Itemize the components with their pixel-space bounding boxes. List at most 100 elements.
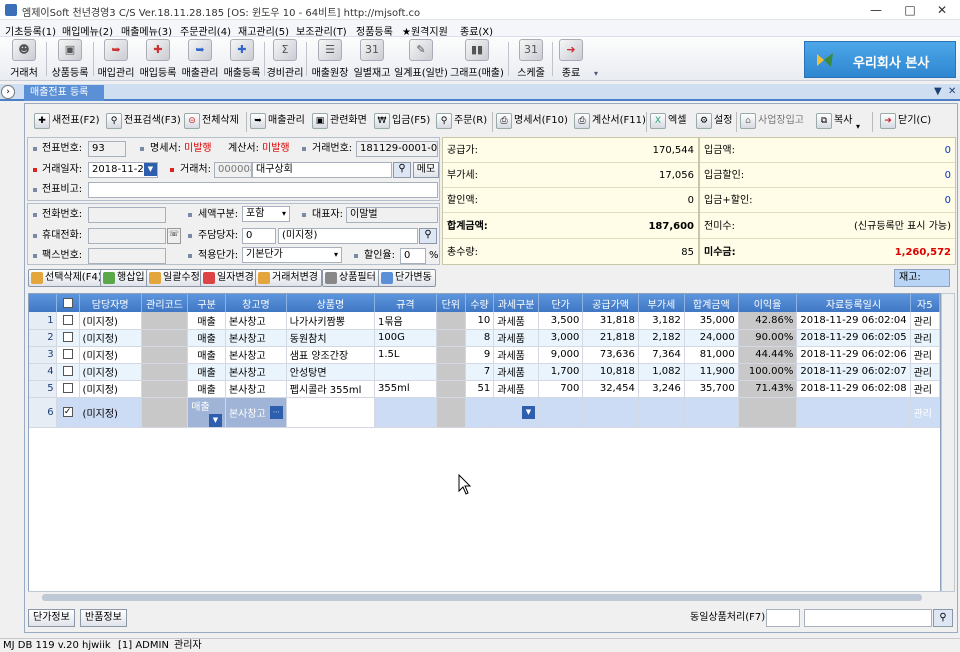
cell-code[interactable] <box>141 329 189 347</box>
bulk-edit-button[interactable]: 일괄수정 <box>146 269 204 287</box>
cell-extra[interactable]: 관리 <box>910 380 940 398</box>
cell-unit[interactable] <box>436 312 466 330</box>
cell-manager[interactable]: (미지정) <box>79 312 142 330</box>
new-slip-button[interactable]: ✚ 새전표(F2) <box>34 111 100 131</box>
cell-spec[interactable]: 355ml <box>374 380 437 398</box>
cell-type[interactable]: 매출 ▼ <box>187 397 226 428</box>
cell-unit[interactable] <box>436 329 466 347</box>
tax-type-select[interactable]: 포함 ▾ <box>242 206 290 222</box>
cell-manager[interactable]: (미지정) <box>79 329 142 347</box>
close-button[interactable]: ➜ 닫기(C) <box>880 111 931 131</box>
cell-type[interactable]: 매출 <box>187 380 226 398</box>
row-checkbox-cell[interactable] <box>56 380 80 398</box>
cell-tax[interactable]: 과세품 <box>493 329 539 347</box>
table-row[interactable]: 4 (미지정) 매출 본사창고 안성탕면 7 과세품 1,700 10,818 1,082 11,9… <box>29 363 940 381</box>
date-dropdown-icon[interactable]: ▼ <box>144 163 157 176</box>
cell-reg[interactable]: 2018-11-29 06:02:08 <box>796 380 911 398</box>
row-checkbox-cell[interactable] <box>56 346 80 364</box>
related-screen-button[interactable]: ▣ 관련화면 <box>312 111 367 131</box>
cell-code[interactable] <box>141 380 189 398</box>
cell-code[interactable] <box>141 397 189 428</box>
cell-tax[interactable]: 과세품 <box>493 363 539 381</box>
row-number[interactable]: 6 <box>29 397 57 428</box>
price-change-button[interactable]: 단가변동 <box>378 269 436 287</box>
cell-tax[interactable]: ▼ <box>493 397 539 428</box>
invoice-print-button[interactable]: ⎙ 계산서(F11) <box>574 111 646 131</box>
cell-total[interactable]: 11,900 <box>684 363 739 381</box>
cell-margin[interactable]: 90.00% <box>738 329 798 347</box>
cell-price[interactable]: 1,700 <box>538 363 584 381</box>
cell-total[interactable] <box>684 397 739 428</box>
edit-row[interactable]: 6 ✓ (미지정) 매출 ▼ 본사창고 ⋯ ▼ 관리 <box>29 397 940 428</box>
company-banner[interactable]: 우리회사 본사 <box>804 41 956 78</box>
row-checkbox-cell[interactable] <box>56 363 80 381</box>
tab-close-icon[interactable]: ✕ <box>948 86 956 97</box>
cell-supply[interactable]: 10,818 <box>582 363 639 381</box>
cell-reg[interactable] <box>796 397 911 428</box>
cell-spec[interactable]: 1묶음 <box>374 312 437 330</box>
cell-qty[interactable]: 10 <box>465 312 495 330</box>
deposit-button[interactable]: ₩ 입금(F5) <box>374 111 430 131</box>
cell-price[interactable]: 9,000 <box>538 346 584 364</box>
copy-dropdown-icon[interactable]: ▾ <box>856 122 860 131</box>
col-header-regdate[interactable]: 자료등록일시 <box>796 294 911 312</box>
client-code-field[interactable]: 000008 <box>214 162 252 178</box>
cell-product[interactable]: 펩시콜라 355ml <box>286 380 375 398</box>
cell-qty[interactable]: 8 <box>465 329 495 347</box>
cell-reg[interactable]: 2018-11-29 06:02:05 <box>796 329 911 347</box>
client-name-field[interactable]: 대구상회 <box>252 162 392 178</box>
cell-type[interactable]: 매출 <box>187 346 226 364</box>
col-header-qty[interactable]: 수량 <box>465 294 495 312</box>
cell-supply[interactable]: 21,818 <box>582 329 639 347</box>
note-field[interactable] <box>88 182 438 198</box>
delete-all-button[interactable]: ⊝ 전체삭제 <box>184 111 239 131</box>
close-icon[interactable]: ✕ <box>924 0 960 20</box>
toolbar-schedule-button[interactable]: 31 스케줄 <box>512 39 550 79</box>
cell-total[interactable]: 35,700 <box>684 380 739 398</box>
col-header-vat[interactable]: 부가세 <box>638 294 685 312</box>
same-product-search-icon[interactable]: ⚲ <box>933 609 953 627</box>
cell-wh[interactable]: 본사창고 <box>225 312 287 330</box>
product-filter-button[interactable]: 상품필터 <box>322 269 380 287</box>
order-button[interactable]: ⚲ 주문(R) <box>436 111 487 131</box>
tab-dropdown-icon[interactable]: ▼ <box>934 86 942 97</box>
col-header-type[interactable]: 구분 <box>187 294 226 312</box>
cell-extra[interactable]: 관리 <box>910 397 940 428</box>
cell-reg[interactable]: 2018-11-29 06:02:06 <box>796 346 911 364</box>
col-header-supply[interactable]: 공급가액 <box>582 294 639 312</box>
cell-tax[interactable]: 과세품 <box>493 346 539 364</box>
cell-supply[interactable]: 31,818 <box>582 312 639 330</box>
trade-no-field[interactable]: 181129-0001-01 <box>356 141 438 157</box>
manager-name-field[interactable]: (미지정) <box>278 228 418 244</box>
col-header-total[interactable]: 합계금액 <box>684 294 739 312</box>
menu-order[interactable]: 주문관리(4) <box>180 23 231 38</box>
col-header-code[interactable]: 관리코드 <box>141 294 189 312</box>
copy-button[interactable]: ⧉ 복사 <box>816 111 852 131</box>
toolbar-purchase-manage-button[interactable]: ➥ 매입관리 <box>96 39 136 79</box>
select-all-checkbox[interactable] <box>62 297 73 308</box>
grid-horizontal-scrollbar[interactable] <box>28 591 941 603</box>
cell-manager[interactable]: (미지정) <box>79 380 142 398</box>
col-header-spec[interactable]: 규격 <box>374 294 437 312</box>
toolbar-client-button[interactable]: ☻ 거래처 <box>4 39 44 79</box>
fax-field[interactable] <box>88 248 166 264</box>
manager-code-field[interactable]: 0 <box>242 228 276 244</box>
cell-price[interactable] <box>538 397 584 428</box>
toolbar-expense-button[interactable]: Σ 경비관리 <box>266 39 304 79</box>
client-change-button[interactable]: 거래처변경 <box>255 269 322 287</box>
cell-total[interactable]: 35,000 <box>684 312 739 330</box>
cell-type[interactable]: 매출 <box>187 329 226 347</box>
minimize-icon[interactable]: — <box>858 0 894 20</box>
toolbar-daily-report-button[interactable]: ✎ 일계표(일반) <box>394 39 448 79</box>
settings-button[interactable]: ⚙ 설정 <box>696 111 732 131</box>
cell-total[interactable]: 81,000 <box>684 346 739 364</box>
toolbar-overflow-icon[interactable]: ▾ <box>594 69 598 78</box>
cell-spec[interactable]: 1.5L <box>374 346 437 364</box>
cell-price[interactable]: 3,500 <box>538 312 584 330</box>
cell-manager[interactable]: (미지정) <box>79 346 142 364</box>
col-header-margin[interactable]: 이익율 <box>738 294 798 312</box>
cell-qty[interactable]: 9 <box>465 346 495 364</box>
cell-qty[interactable]: 51 <box>465 380 495 398</box>
cell-margin[interactable]: 100.00% <box>738 363 798 381</box>
branch-receive-button[interactable]: ⌂ 사업장입고 <box>740 111 804 131</box>
